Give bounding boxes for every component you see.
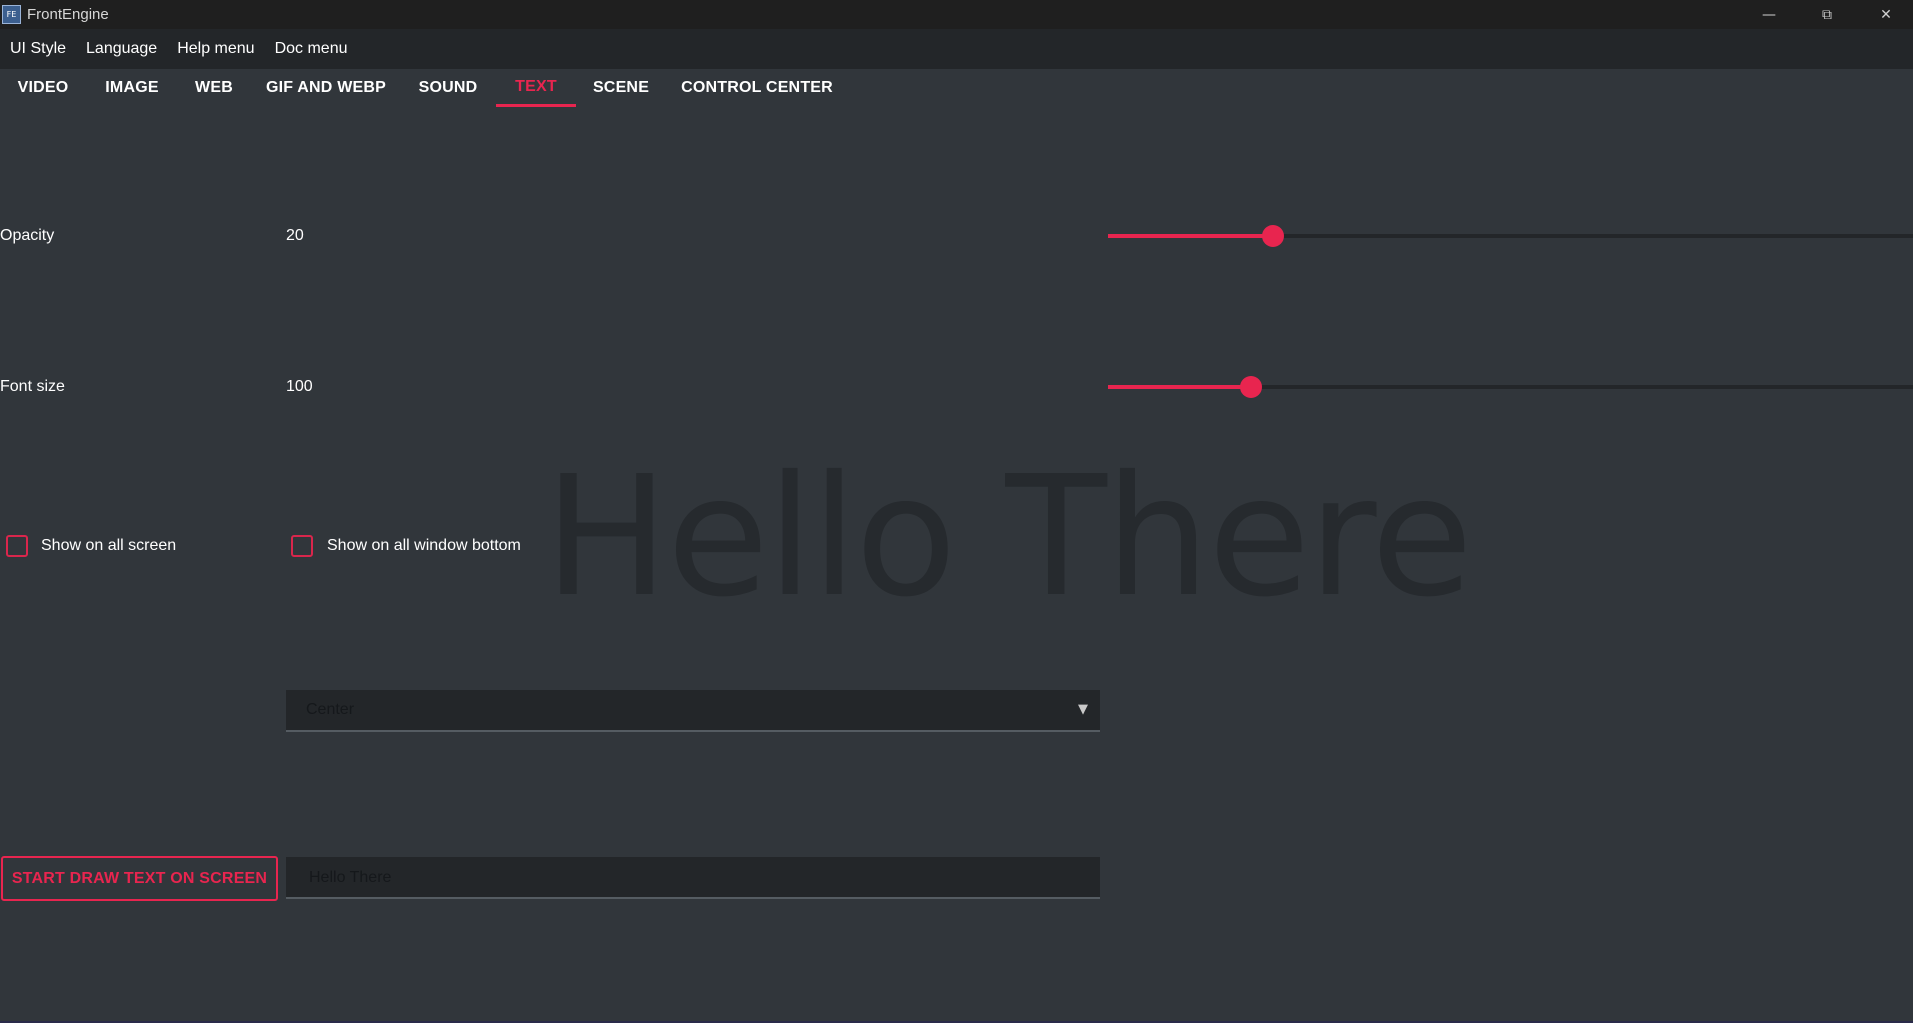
- minimize-icon[interactable]: —: [1740, 0, 1798, 29]
- window-title: FrontEngine: [27, 6, 109, 23]
- position-select-value: Center: [306, 701, 355, 718]
- opacity-label: Opacity: [0, 227, 55, 244]
- tab-control-center[interactable]: CONTROL CENTER: [666, 69, 848, 107]
- font-size-slider-handle[interactable]: [1240, 376, 1262, 398]
- menu-bar: UI Style Language Help menu Doc menu: [0, 29, 1913, 69]
- tab-scene[interactable]: SCENE: [576, 69, 666, 107]
- show-all-screen-label[interactable]: Show on all screen: [41, 537, 176, 555]
- tab-video[interactable]: VIDEO: [0, 69, 86, 107]
- menu-help[interactable]: Help menu: [177, 40, 264, 58]
- close-icon[interactable]: ✕: [1857, 0, 1913, 29]
- opacity-slider-handle[interactable]: [1262, 225, 1284, 247]
- font-size-slider[interactable]: [1108, 376, 1913, 398]
- show-all-screen-checkbox[interactable]: [6, 535, 28, 557]
- app-icon: FE: [2, 5, 21, 24]
- restore-icon[interactable]: ⧉: [1798, 0, 1856, 29]
- menu-language[interactable]: Language: [86, 40, 167, 58]
- opacity-slider[interactable]: [1108, 225, 1913, 247]
- tab-web[interactable]: WEB: [178, 69, 250, 107]
- preview-text: Hello There: [544, 441, 1473, 634]
- opacity-slider-fill: [1108, 234, 1273, 238]
- tab-sound[interactable]: SOUND: [402, 69, 494, 107]
- font-size-slider-fill: [1108, 385, 1251, 389]
- chevron-down-icon[interactable]: ▼: [1078, 702, 1088, 717]
- draw-text-input[interactable]: Hello There: [286, 857, 1100, 899]
- show-window-bottom-label[interactable]: Show on all window bottom: [327, 537, 521, 555]
- tab-gif-and-webp[interactable]: GIF AND WEBP: [250, 69, 402, 107]
- opacity-value: 20: [286, 227, 304, 244]
- tab-text[interactable]: TEXT: [496, 69, 576, 107]
- title-bar: FE FrontEngine — ⧉ ✕: [0, 0, 1913, 29]
- tab-bar: VIDEO IMAGE WEB GIF AND WEBP SOUND TEXT …: [0, 69, 1913, 109]
- menu-ui-style[interactable]: UI Style: [10, 40, 76, 58]
- position-select[interactable]: Center ▼: [286, 690, 1100, 732]
- start-draw-text-button[interactable]: START DRAW TEXT ON SCREEN: [1, 856, 278, 901]
- menu-doc[interactable]: Doc menu: [275, 40, 358, 58]
- show-window-bottom-checkbox[interactable]: [291, 535, 313, 557]
- font-size-value: 100: [286, 378, 313, 395]
- font-size-label: Font size: [0, 378, 65, 395]
- tab-image[interactable]: IMAGE: [86, 69, 178, 107]
